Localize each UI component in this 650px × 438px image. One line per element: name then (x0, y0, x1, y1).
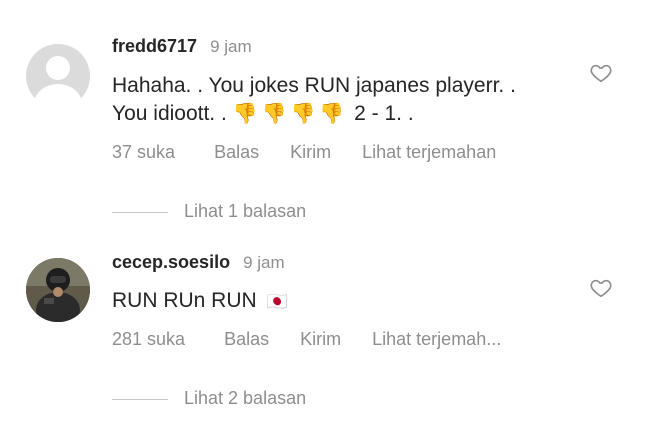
timestamp: 9 jam (210, 37, 252, 56)
view-replies-button[interactable]: Lihat 1 balasan (112, 201, 306, 222)
replies-divider (112, 211, 168, 213)
comment-text-line-1: Hahaha. . You jokes RUN japanes playerr.… (112, 74, 516, 97)
replies-divider (112, 398, 168, 400)
comment-text-line-1: RUN RUn RUN (112, 289, 257, 312)
username[interactable]: fredd6717 (112, 36, 197, 56)
japan-flag-icon: 🇯🇵 (266, 292, 288, 311)
default-user-icon-head (46, 56, 70, 80)
view-replies-button[interactable]: Lihat 2 balasan (112, 388, 306, 409)
comment-text-suffix: 2 - 1. . (354, 102, 414, 125)
timestamp: 9 jam (243, 253, 285, 272)
comment-actions: 37 suka Balas Kirim Lihat terjemahan (112, 142, 496, 163)
comment-header: cecep.soesilo 9 jam (112, 252, 285, 273)
profile-photo (26, 258, 90, 322)
send-button[interactable]: Kirim (290, 142, 331, 163)
thumbs-down-icon: 👎 (232, 103, 258, 125)
heart-outline-icon[interactable] (590, 277, 612, 299)
translate-button[interactable]: Lihat terjemahan (362, 142, 496, 163)
like-count[interactable]: 281 suka (112, 329, 185, 350)
comments-section: fredd6717 9 jam Hahaha. . You jokes RUN … (0, 0, 650, 438)
comment-actions: 281 suka Balas Kirim Lihat terjemah... (112, 329, 501, 350)
reply-button[interactable]: Balas (214, 142, 259, 163)
comment-text-prefix: You idioott. . (112, 102, 227, 125)
translate-button[interactable]: Lihat terjemah... (372, 329, 501, 350)
avatar[interactable] (26, 44, 90, 108)
comment-header: fredd6717 9 jam (112, 36, 252, 57)
avatar[interactable] (26, 258, 90, 322)
thumbs-down-icon: 👎 (290, 103, 316, 125)
username[interactable]: cecep.soesilo (112, 252, 230, 272)
view-replies-label[interactable]: Lihat 2 balasan (184, 388, 306, 408)
view-replies-label[interactable]: Lihat 1 balasan (184, 201, 306, 221)
like-count[interactable]: 37 suka (112, 142, 175, 163)
default-user-icon-body (34, 84, 82, 108)
heart-outline-icon[interactable] (590, 62, 612, 84)
reply-button[interactable]: Balas (224, 329, 269, 350)
comment-text-line-2: You idioott. . 👎 👎 👎 👎 2 - 1. . (112, 100, 572, 128)
thumbs-down-icon: 👎 (261, 103, 287, 125)
comment-text: Hahaha. . You jokes RUN japanes playerr.… (112, 72, 572, 128)
comment-text: RUN RUn RUN 🇯🇵 (112, 287, 572, 316)
thumbs-down-icon: 👎 (319, 103, 345, 125)
send-button[interactable]: Kirim (300, 329, 341, 350)
